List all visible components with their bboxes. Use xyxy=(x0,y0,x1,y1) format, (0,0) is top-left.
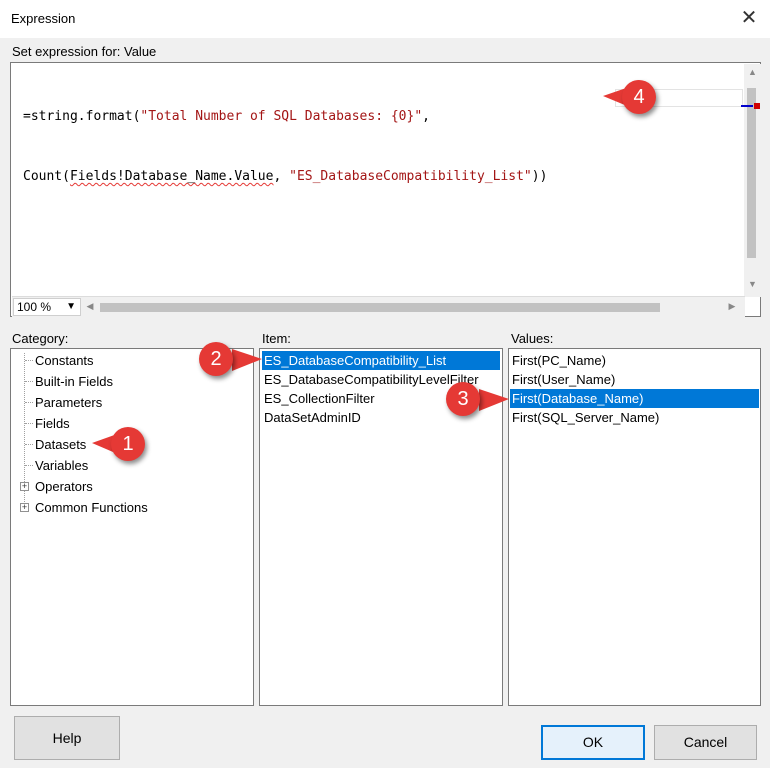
item-datasetadminid[interactable]: DataSetAdminID xyxy=(264,408,361,427)
window-title: Expression xyxy=(11,11,76,26)
scroll-up-icon[interactable]: ▲ xyxy=(744,67,761,77)
vertical-scrollbar[interactable]: ▲ ▼ xyxy=(744,64,761,297)
callout-badge-2: 2 xyxy=(199,342,233,376)
error-marker xyxy=(754,103,760,109)
item-es-databasecompatibility-list[interactable]: ES_DatabaseCompatibility_List xyxy=(262,351,500,370)
tree-line xyxy=(25,444,33,445)
help-button[interactable]: Help xyxy=(14,716,120,760)
expand-plus-icon[interactable]: + xyxy=(20,482,29,491)
scroll-right-icon[interactable]: ▶ xyxy=(726,301,738,312)
callout-badge-3: 3 xyxy=(446,382,480,416)
overview-marker xyxy=(741,105,753,107)
chevron-down-icon: ▼ xyxy=(66,301,76,312)
tree-line xyxy=(25,381,33,382)
value-first-pc-name[interactable]: First(PC_Name) xyxy=(512,351,606,370)
category-item-datasets[interactable]: Datasets xyxy=(35,435,86,454)
category-tree[interactable]: Constants Built-in Fields Parameters Fie… xyxy=(10,348,254,706)
horizontal-scroll-thumb[interactable] xyxy=(100,303,660,312)
scroll-left-icon[interactable]: ◀ xyxy=(84,301,96,312)
expression-code[interactable]: =string.format("Total Number of SQL Data… xyxy=(23,67,547,227)
category-item-common-functions[interactable]: Common Functions xyxy=(35,498,148,517)
title-bar: Expression ✕ xyxy=(0,0,770,38)
expand-plus-icon[interactable]: + xyxy=(20,503,29,512)
horizontal-scrollbar[interactable]: 100 % ▼ ◀ ▶ xyxy=(12,296,745,317)
item-es-databasecompatibilitylevelfilter[interactable]: ES_DatabaseCompatibilityLevelFilter xyxy=(264,370,479,389)
category-item-fields[interactable]: Fields xyxy=(35,414,70,433)
category-item-parameters[interactable]: Parameters xyxy=(35,393,102,412)
values-label: Values: xyxy=(511,331,554,346)
values-list[interactable]: First(PC_Name) First(User_Name) First(Da… xyxy=(508,348,761,706)
ok-button[interactable]: OK xyxy=(541,725,645,760)
value-first-database-name[interactable]: First(Database_Name) xyxy=(510,389,759,408)
code-line-2: Count(Fields!Database_Name.Value, "ES_Da… xyxy=(23,169,548,184)
category-item-built-in-fields[interactable]: Built-in Fields xyxy=(35,372,113,391)
vertical-scroll-thumb[interactable] xyxy=(747,88,756,258)
scroll-down-icon[interactable]: ▼ xyxy=(744,279,761,289)
callout-badge-1: 1 xyxy=(111,427,145,461)
cancel-button[interactable]: Cancel xyxy=(654,725,757,760)
zoom-select[interactable]: 100 % ▼ xyxy=(13,298,81,316)
value-first-user-name[interactable]: First(User_Name) xyxy=(512,370,615,389)
tree-line xyxy=(25,465,33,466)
close-icon[interactable]: ✕ xyxy=(735,4,763,32)
tree-line xyxy=(25,402,33,403)
tree-line xyxy=(25,360,33,361)
expression-label: Set expression for: Value xyxy=(12,44,157,59)
value-first-sql-server-name[interactable]: First(SQL_Server_Name) xyxy=(512,408,659,427)
callout-badge-4: 4 xyxy=(622,80,656,114)
category-item-operators[interactable]: Operators xyxy=(35,477,93,496)
category-item-variables[interactable]: Variables xyxy=(35,456,88,475)
code-line-1: =string.format("Total Number of SQL Data… xyxy=(23,109,430,124)
category-label: Category: xyxy=(12,331,69,346)
item-es-collectionfilter[interactable]: ES_CollectionFilter xyxy=(264,389,375,408)
category-item-constants[interactable]: Constants xyxy=(35,351,94,370)
tree-line xyxy=(25,423,33,424)
